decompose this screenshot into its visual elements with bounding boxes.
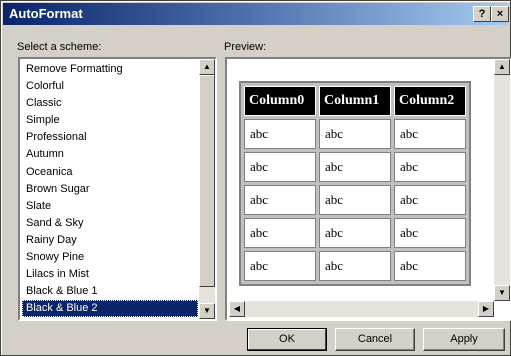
ok-button[interactable]: OK bbox=[247, 328, 327, 351]
scheme-list-item[interactable]: Lilacs in Mist bbox=[22, 266, 198, 283]
preview-cell: abc bbox=[394, 218, 466, 248]
preview-row: abc abc abc bbox=[244, 152, 466, 182]
scroll-down-arrow-icon[interactable]: ▼ bbox=[199, 303, 215, 319]
preview-body: abc abc abc abc abc abc abc abc abc abc abc abc abc a… bbox=[244, 119, 466, 281]
preview-row: abc abc abc bbox=[244, 218, 466, 248]
scheme-list-item[interactable]: Snowy Pine bbox=[22, 249, 198, 266]
preview-cell: abc bbox=[244, 251, 316, 281]
scheme-list-item[interactable]: Professional bbox=[22, 129, 198, 146]
preview-cell: abc bbox=[394, 119, 466, 149]
preview-cell: abc bbox=[244, 152, 316, 182]
help-button[interactable]: ? bbox=[473, 6, 491, 22]
preview-row: abc abc abc bbox=[244, 185, 466, 215]
preview-column-header: Column0 bbox=[244, 86, 316, 116]
scheme-list-item[interactable]: Oceanica bbox=[22, 164, 198, 181]
preview-cell: abc bbox=[394, 251, 466, 281]
scheme-list-item[interactable]: Black & Blue 1 bbox=[22, 283, 198, 300]
preview-scroll-up-arrow-icon[interactable]: ▲ bbox=[494, 59, 510, 75]
scheme-list-item[interactable]: Slate bbox=[22, 198, 198, 215]
preview-cell: abc bbox=[319, 218, 391, 248]
close-button[interactable]: × bbox=[491, 6, 509, 22]
title-bar[interactable]: AutoFormat ? × bbox=[3, 3, 509, 25]
apply-button[interactable]: Apply bbox=[423, 328, 505, 351]
scheme-label-text: Select a scheme: bbox=[17, 41, 102, 53]
preview-row: abc abc abc bbox=[244, 119, 466, 149]
scheme-list-item[interactable]: Sand & Sky bbox=[22, 215, 198, 232]
scheme-list-item[interactable]: Brown Sugar bbox=[22, 181, 198, 198]
autoformat-dialog: AutoFormat ? × Select a scheme: Preview:… bbox=[0, 0, 511, 356]
scroll-thumb[interactable] bbox=[199, 75, 215, 287]
scheme-list-item[interactable]: Rainy Day bbox=[22, 232, 198, 249]
preview-cell: abc bbox=[244, 119, 316, 149]
preview-cell: abc bbox=[319, 152, 391, 182]
preview-column-header: Column2 bbox=[394, 86, 466, 116]
preview-pane: Column0 Column1 Column2 abc abc abc abc abc abc… bbox=[225, 57, 511, 321]
scheme-list-item[interactable]: Autumn bbox=[22, 146, 198, 163]
scheme-vertical-scrollbar[interactable]: ▲ ▼ bbox=[199, 59, 215, 319]
scheme-label: Select a scheme: bbox=[17, 41, 101, 53]
scheme-list-item[interactable]: Black & Blue 2 bbox=[22, 300, 198, 318]
preview-header-row: Column0 Column1 Column2 bbox=[244, 86, 466, 116]
scheme-list-item[interactable]: Classic bbox=[22, 95, 198, 112]
preview-label: Preview: bbox=[224, 41, 266, 53]
scheme-list-item[interactable]: Colorful bbox=[22, 78, 198, 95]
preview-cell: abc bbox=[319, 251, 391, 281]
cancel-button[interactable]: Cancel bbox=[335, 328, 415, 351]
scheme-list-item[interactable]: Simple bbox=[22, 112, 198, 129]
preview-vertical-scrollbar[interactable]: ▲ ▼ bbox=[494, 59, 510, 301]
preview-scroll-left-arrow-icon[interactable]: ◀ bbox=[229, 301, 245, 317]
scroll-up-arrow-icon[interactable]: ▲ bbox=[199, 59, 215, 75]
preview-cell: abc bbox=[244, 218, 316, 248]
scheme-list-item[interactable]: Remove Formatting bbox=[22, 61, 198, 78]
preview-cell: abc bbox=[319, 185, 391, 215]
preview-cell: abc bbox=[394, 185, 466, 215]
scheme-listbox[interactable]: Remove Formatting Colorful Classic Simple Pr… bbox=[18, 57, 217, 321]
preview-table: Column0 Column1 Column2 abc abc abc abc abc abc… bbox=[239, 81, 471, 286]
preview-horizontal-scrollbar[interactable]: ◀ ▶ bbox=[229, 301, 494, 317]
preview-cell: abc bbox=[244, 185, 316, 215]
preview-row: abc abc abc bbox=[244, 251, 466, 281]
window-title: AutoFormat bbox=[9, 6, 83, 21]
preview-cell: abc bbox=[394, 152, 466, 182]
preview-cell: abc bbox=[319, 119, 391, 149]
preview-label-text: Preview: bbox=[224, 41, 267, 53]
preview-scroll-right-arrow-icon[interactable]: ▶ bbox=[478, 301, 494, 317]
preview-column-header: Column1 bbox=[319, 86, 391, 116]
preview-scroll-down-arrow-icon[interactable]: ▼ bbox=[494, 285, 510, 301]
scheme-list: Remove Formatting Colorful Classic Simple Pr… bbox=[22, 61, 198, 318]
